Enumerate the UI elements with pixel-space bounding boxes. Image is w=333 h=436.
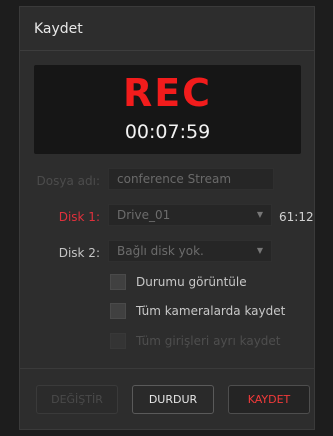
record-button[interactable]: KAYDET [228, 385, 310, 414]
record-inputs-separately-checkbox [110, 333, 126, 349]
record-dialog: Kaydet REC 00:07:59 Dosya adı: conferenc… [19, 6, 315, 430]
title-divider [20, 50, 314, 51]
chevron-down-icon: ▼ [256, 246, 263, 255]
disk2-select: Bağlı disk yok. ▼ [108, 240, 272, 262]
filename-input: conference Stream [108, 168, 274, 190]
record-status-display: REC 00:07:59 [34, 65, 301, 154]
button-divider [20, 368, 314, 369]
show-status-checkbox[interactable] [110, 274, 126, 290]
record-duration: 00:07:59 [124, 121, 211, 143]
chevron-down-icon: ▼ [256, 210, 263, 219]
record-all-cameras-label: Tüm kameralarda kaydet [136, 304, 286, 318]
change-button: DEĞİŞTİR [36, 385, 118, 414]
record-all-cameras-checkbox[interactable] [110, 303, 126, 319]
filename-label: Dosya adı: [36, 174, 100, 188]
rec-indicator: REC [122, 71, 213, 115]
disk2-value: Bağlı disk yok. [117, 244, 204, 258]
disk1-value: Drive_01 [117, 208, 171, 222]
dialog-title: Kaydet [34, 21, 83, 37]
record-inputs-separately-label: Tüm girişleri ayrı kaydet [136, 334, 281, 348]
show-status-label: Durumu görüntüle [136, 275, 247, 289]
stop-button[interactable]: DURDUR [132, 385, 214, 414]
disk1-select: Drive_01 ▼ [108, 204, 272, 226]
disk1-remaining-time: 61:12 [279, 210, 314, 224]
disk1-label: Disk 1: [58, 210, 100, 224]
disk2-label: Disk 2: [58, 246, 100, 260]
